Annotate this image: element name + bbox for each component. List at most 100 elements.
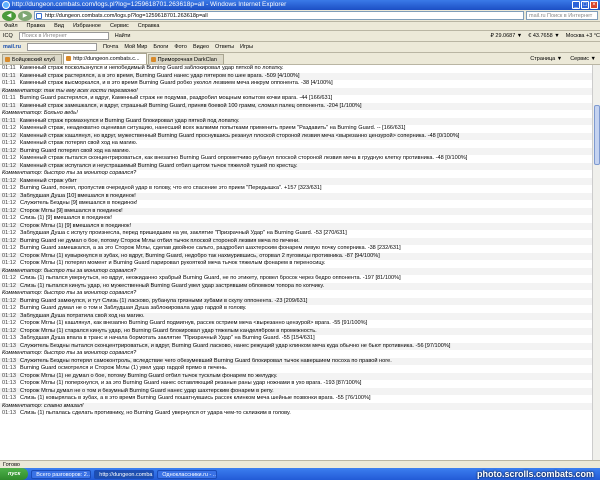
favicon-icon xyxy=(150,57,156,62)
log-time: 01:12 xyxy=(2,252,16,259)
start-button[interactable]: пуск xyxy=(0,468,29,480)
log-text: Сторож Мглы (1) кашлянул, как внезапно B… xyxy=(20,320,368,326)
toolbar-games[interactable]: Игры xyxy=(240,42,253,52)
close-button[interactable]: × xyxy=(590,1,598,9)
log-entry: 01:13 Служитель Бездны пытался сконцентри… xyxy=(0,342,592,350)
log-time: 01:13 xyxy=(2,357,16,364)
scrollbar-thumb[interactable] xyxy=(594,105,600,165)
commentator-line: Комментатор: быстро ты за монитор сорвал… xyxy=(0,290,592,298)
rate-widget[interactable]: ₽ 29.0687 ▼ xyxy=(490,31,522,41)
commentator-line: Комментатор: так ты ему всех гости перез… xyxy=(0,87,592,95)
back-button[interactable]: ◀ xyxy=(2,10,16,21)
log-entry: 01:12 Burning Guard потерял свой ход на м… xyxy=(0,147,592,155)
log-text: Сторож Мглы (1) не думал о бое, потому B… xyxy=(20,372,278,379)
favicon-icon xyxy=(5,57,10,62)
taskbar-item-chat[interactable]: Всего разговоров: 2... xyxy=(31,469,92,479)
log-time: 01:12 xyxy=(2,147,16,154)
log-time: 01:12 xyxy=(2,230,16,236)
taskbar-item-browser[interactable]: http://dungeon.comba... xyxy=(94,469,155,479)
maximize-button[interactable]: □ xyxy=(581,1,589,9)
address-bar: ◀ ▶ http://dungeon.combats.com/logs.pl?l… xyxy=(0,10,600,22)
weather-widget[interactable]: Москва +3 °C xyxy=(566,31,600,41)
log-time: 01:11 xyxy=(2,117,16,124)
toolbar-mail[interactable]: Почта xyxy=(103,42,118,52)
mailru-search-input[interactable] xyxy=(27,43,98,51)
log-text: Служитель Бездны [9] вмешался в поединок… xyxy=(20,200,138,206)
menu-tools[interactable]: Сервис xyxy=(110,22,129,30)
find-button[interactable]: Найти xyxy=(115,31,131,41)
log-text: Сторож Мглы (1) кувыркнулся в зубах, но … xyxy=(20,252,380,259)
commentator-line: Комментатор: славно вмазал! xyxy=(0,402,592,410)
log-time: 01:11 xyxy=(2,95,16,101)
mailru-logo[interactable]: mail.ru xyxy=(3,42,21,52)
icq-button[interactable]: ICQ xyxy=(3,31,13,41)
log-text: Сторож Мглы [9] вмешался в поединок! xyxy=(20,207,123,214)
minimize-button[interactable]: _ xyxy=(572,1,580,9)
menu-file[interactable]: Файл xyxy=(4,22,18,30)
log-entry: 01:11 Каменный страж промахнулся и Burnin… xyxy=(0,117,592,125)
log-time: 01:12 xyxy=(2,305,16,311)
address-search-input[interactable]: mail.ru Поиск в Интернет xyxy=(526,11,598,20)
tab-fight-club[interactable]: Бойцовский клуб xyxy=(2,54,63,64)
log-text: Burning Guard растерялся, и вдруг, Камен… xyxy=(19,95,333,101)
log-entry: 01:12 Сторож Мглы (1) [9] вмешался в поед… xyxy=(0,222,592,230)
log-time: 01:13 xyxy=(2,380,16,386)
log-time: 01:11 xyxy=(2,65,16,71)
menu-help[interactable]: Справка xyxy=(138,22,160,30)
log-time: 01:12 xyxy=(2,312,16,319)
log-entry: 01:11 Каменный страж высморкался, и в это… xyxy=(0,80,592,88)
log-entry: 01:12 Burning Guard думал не о том и Забл… xyxy=(0,305,592,313)
log-text: Комментатор: Больно ведь! xyxy=(2,110,78,116)
log-entry: 01:13 Сторож Мглы (1) поперхнулся, и за э… xyxy=(0,380,592,388)
page-menu-button[interactable]: Страница ▼ xyxy=(530,54,562,64)
log-time: 01:12 xyxy=(2,140,16,146)
window-title: http://dungeon.combats.com/logs.pl?log=1… xyxy=(12,1,287,8)
log-entry: 01:12 Слизь (1) пытался кинуть удар, но м… xyxy=(0,282,592,290)
log-entry: 01:12 Каменный страж потерял свой ход на … xyxy=(0,140,592,148)
log-entry: 01:12 Сторож Мглы (1) кашлянул, как внеза… xyxy=(0,320,592,328)
log-text: Слизь (1) пыталась сделать противнику, н… xyxy=(20,410,291,416)
menu-view[interactable]: Вид xyxy=(54,22,64,30)
log-time: 01:12 xyxy=(2,327,16,334)
currency-widget[interactable]: € 43.7658 ▼ xyxy=(528,31,559,41)
forward-button[interactable]: ▶ xyxy=(18,10,32,21)
log-text: Burning Guard потерял свой ход на магию. xyxy=(20,147,131,154)
tab-darkclan[interactable]: Приморочная DarkClan xyxy=(147,54,224,64)
menu-edit[interactable]: Правка xyxy=(27,22,46,30)
taskbar-item-odnoklassniki[interactable]: Одноклассники.ru - ... xyxy=(157,469,218,479)
page-icon xyxy=(36,13,42,19)
log-time: 01:12 xyxy=(2,177,16,184)
log-entry: 01:12 Сторож Мглы (1) потерял момент и Bu… xyxy=(0,260,592,268)
toolbar-video[interactable]: Видео xyxy=(193,42,209,52)
log-entry: 01:12 Сторож Мглы (1) старался кинуть уда… xyxy=(0,327,592,335)
toolbar-answers[interactable]: Ответы xyxy=(215,42,234,52)
toolbar-mymir[interactable]: Мой Мир xyxy=(124,42,147,52)
log-time: 01:12 xyxy=(2,297,16,304)
log-entry: 01:12 Каменный страж испугался и неустраш… xyxy=(0,162,592,170)
log-text: Слизь (1) [9] вмешался в поединок! xyxy=(20,215,112,221)
log-time: 01:13 xyxy=(2,372,16,379)
log-entry: 01:12 Сторож Мглы [9] вмешался в поединок… xyxy=(0,207,592,215)
log-time: 01:12 xyxy=(2,162,16,169)
log-entry: 01:12 Burning Guard, понял, пропустив оче… xyxy=(0,185,592,193)
status-bar: Готово xyxy=(0,460,600,468)
watermark: photo.scrolls.combats.com xyxy=(476,469,594,479)
vertical-scrollbar[interactable] xyxy=(592,65,600,460)
menu-favorites[interactable]: Избранное xyxy=(73,22,101,30)
log-time: 01:12 xyxy=(2,245,16,251)
log-text: Каменный страж высморкался, и в это врем… xyxy=(19,80,333,86)
toolbar-blogs[interactable]: Блоги xyxy=(153,42,168,52)
log-text: Burning Guard осмотрелся и Сторож Мглы (… xyxy=(20,365,228,371)
log-text: Комментатор: быстро ты за монитор сорвал… xyxy=(2,290,137,296)
log-entry: 01:12 Заблудшая Душа потратила свой ход н… xyxy=(0,312,592,320)
tools-menu-button[interactable]: Сервис ▼ xyxy=(570,54,596,64)
tab-dungeon-log[interactable]: http://dungeon.combats.c... xyxy=(63,53,147,64)
log-text: Каменный страж растерялся, а в это время… xyxy=(19,72,300,79)
log-time: 01:12 xyxy=(2,222,16,229)
log-text: Каменный страж кашлянул, но вдруг, мужес… xyxy=(20,132,460,139)
toolbar-search-input[interactable]: Поиск в Интернет xyxy=(18,32,109,40)
log-entry: 01:12 Каменный страж пытался сконцентриро… xyxy=(0,155,592,163)
toolbar-photo[interactable]: Фото xyxy=(174,42,187,52)
log-text: Каменный страж убит xyxy=(20,177,77,184)
url-field[interactable]: http://dungeon.combats.com/logs.pl?log=1… xyxy=(34,11,524,20)
